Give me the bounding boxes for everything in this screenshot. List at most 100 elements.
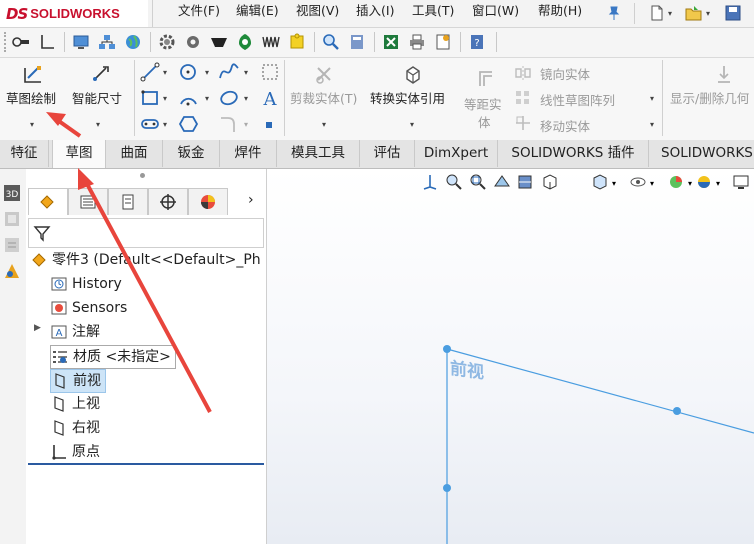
tree-item-material[interactable]: 材质 <未指定>	[50, 345, 176, 369]
tree-item-annotations[interactable]: A 注解	[50, 321, 100, 343]
previous-view-icon[interactable]	[492, 172, 512, 192]
tab-weldments[interactable]: 焊件	[220, 140, 277, 167]
zoom-to-fit-icon[interactable]	[444, 172, 464, 192]
tree-item-front-plane[interactable]: 前视	[50, 369, 106, 393]
menu-insert[interactable]: 插入(I)	[356, 0, 394, 27]
tab-dimxpert[interactable]: DimXpert	[415, 140, 498, 167]
new-document-icon[interactable]: ▾	[648, 3, 672, 23]
sketch-button[interactable]: 草图绘制	[2, 62, 64, 112]
pipe-icon[interactable]	[12, 33, 30, 51]
display-settings-icon[interactable]	[732, 172, 754, 192]
mirror-icon[interactable]	[514, 64, 532, 82]
move-label[interactable]: 移动实体	[540, 116, 590, 135]
panel-grip[interactable]	[140, 173, 145, 178]
tree-item-sensors[interactable]: Sensors	[50, 297, 127, 319]
tab-dimxpert-manager[interactable]	[148, 188, 188, 215]
menu-file[interactable]: 文件(F)	[178, 0, 220, 27]
chevron-right-icon[interactable]: ›	[248, 192, 254, 208]
text-icon[interactable]: A	[260, 88, 280, 108]
polygon-icon[interactable]	[178, 114, 200, 134]
rectangle-icon[interactable]	[140, 88, 160, 108]
document-options-icon[interactable]	[434, 33, 452, 51]
convert-entities-button[interactable]: 转换实体引用	[368, 62, 458, 112]
line-dropdown[interactable]: ▾	[163, 68, 167, 77]
menu-tools[interactable]: 工具(T)	[412, 0, 454, 27]
open-document-icon[interactable]: ▾	[684, 3, 710, 23]
convert-dropdown[interactable]: ▾	[410, 120, 414, 129]
angle-icon[interactable]	[38, 33, 56, 51]
gear-icon[interactable]	[158, 33, 176, 51]
smart-dimension-dropdown[interactable]: ▾	[96, 120, 100, 129]
spring-icon[interactable]	[262, 33, 280, 51]
tree-item-top-plane[interactable]: 上视	[50, 393, 100, 415]
menu-edit[interactable]: 编辑(E)	[236, 0, 279, 27]
tab-sheet-metal[interactable]: 钣金	[163, 140, 220, 167]
tree-item-history[interactable]: History	[50, 273, 122, 295]
design-library-icon[interactable]	[2, 209, 22, 229]
move-dropdown[interactable]: ▾	[650, 120, 654, 129]
solidworks-logo[interactable]: DS SOLIDWORKS	[0, 0, 148, 27]
linear-pattern-label[interactable]: 线性草图阵列	[540, 90, 615, 109]
mirror-label[interactable]: 镜向实体	[540, 64, 590, 83]
globe-icon[interactable]	[124, 33, 142, 51]
network-icon[interactable]	[98, 33, 116, 51]
graphics-area[interactable]: 前视	[267, 169, 754, 544]
spline-dropdown[interactable]: ▾	[244, 68, 248, 77]
view-orientation-icon[interactable]: ▾	[590, 172, 616, 192]
section-view-icon[interactable]	[516, 172, 536, 192]
slot-dropdown[interactable]: ▾	[163, 120, 167, 129]
linear-pattern-icon[interactable]	[514, 89, 532, 107]
hide-show-items-icon[interactable]: ▾	[628, 172, 654, 192]
tree-filter[interactable]	[28, 218, 264, 248]
menu-window[interactable]: 窗口(W)	[472, 0, 519, 27]
construction-grid-icon[interactable]	[260, 62, 280, 82]
tab-property-manager[interactable]	[68, 188, 108, 215]
save-icon[interactable]	[724, 3, 742, 23]
ellipse-icon[interactable]	[218, 88, 240, 108]
display-relations-button[interactable]: 显示/删除几何	[666, 62, 754, 112]
tab-configuration-manager[interactable]	[108, 188, 148, 215]
tab-evaluate[interactable]: 评估	[360, 140, 415, 167]
arc-icon[interactable]	[178, 88, 200, 108]
tab-sketch[interactable]: 草图	[52, 140, 106, 168]
bowl-icon[interactable]	[210, 33, 228, 51]
tab-display-manager[interactable]	[188, 188, 228, 215]
view-orientation-axes-icon[interactable]	[420, 172, 440, 192]
plane-handle-corner[interactable]	[443, 345, 451, 353]
trim-entities-button[interactable]: 剪裁实体(T)	[288, 62, 364, 112]
smart-dimension-button[interactable]: 智能尺寸	[70, 62, 132, 112]
arc-dropdown[interactable]: ▾	[205, 94, 209, 103]
menu-help[interactable]: 帮助(H)	[538, 0, 582, 27]
tree-item-right-plane[interactable]: 右视	[50, 417, 100, 439]
offset-entities-button[interactable]: 等距实 体	[462, 62, 510, 130]
view-selector-icon[interactable]	[540, 172, 562, 192]
menu-view[interactable]: 视图(V)	[296, 0, 339, 27]
tab-surfaces[interactable]: 曲面	[106, 140, 163, 167]
print-icon[interactable]	[408, 33, 426, 51]
sketch-dropdown[interactable]: ▾	[30, 120, 34, 129]
apply-scene-icon[interactable]: ▾	[694, 172, 720, 192]
pattern-dropdown[interactable]: ▾	[650, 94, 654, 103]
slot-icon[interactable]	[140, 114, 160, 134]
fillet-icon[interactable]	[218, 114, 240, 134]
circle-dropdown[interactable]: ▾	[205, 68, 209, 77]
tree-item-origin[interactable]: 原点	[50, 441, 100, 463]
spline-icon[interactable]	[218, 62, 240, 82]
monitor-icon[interactable]	[72, 33, 90, 51]
pin-icon[interactable]	[606, 3, 622, 23]
cube-book-icon[interactable]	[348, 33, 366, 51]
3d-content-icon[interactable]: 3D	[2, 183, 22, 203]
rollback-bar[interactable]	[28, 463, 264, 465]
line-icon[interactable]	[140, 62, 160, 82]
circle-icon[interactable]	[178, 62, 200, 82]
appearances-icon[interactable]	[2, 261, 22, 281]
plane-handle-top[interactable]	[673, 407, 681, 415]
file-explorer-icon[interactable]	[2, 235, 22, 255]
trim-dropdown[interactable]: ▾	[322, 120, 326, 129]
tab-features[interactable]: 特征	[0, 140, 49, 167]
zoom-area-icon[interactable]	[468, 172, 488, 192]
cog-settings-icon[interactable]	[184, 33, 202, 51]
move-entities-icon[interactable]	[514, 114, 532, 132]
tree-root-part[interactable]: 零件3 (Default<<Default>_Ph	[30, 249, 261, 271]
excel-icon[interactable]	[382, 33, 400, 51]
